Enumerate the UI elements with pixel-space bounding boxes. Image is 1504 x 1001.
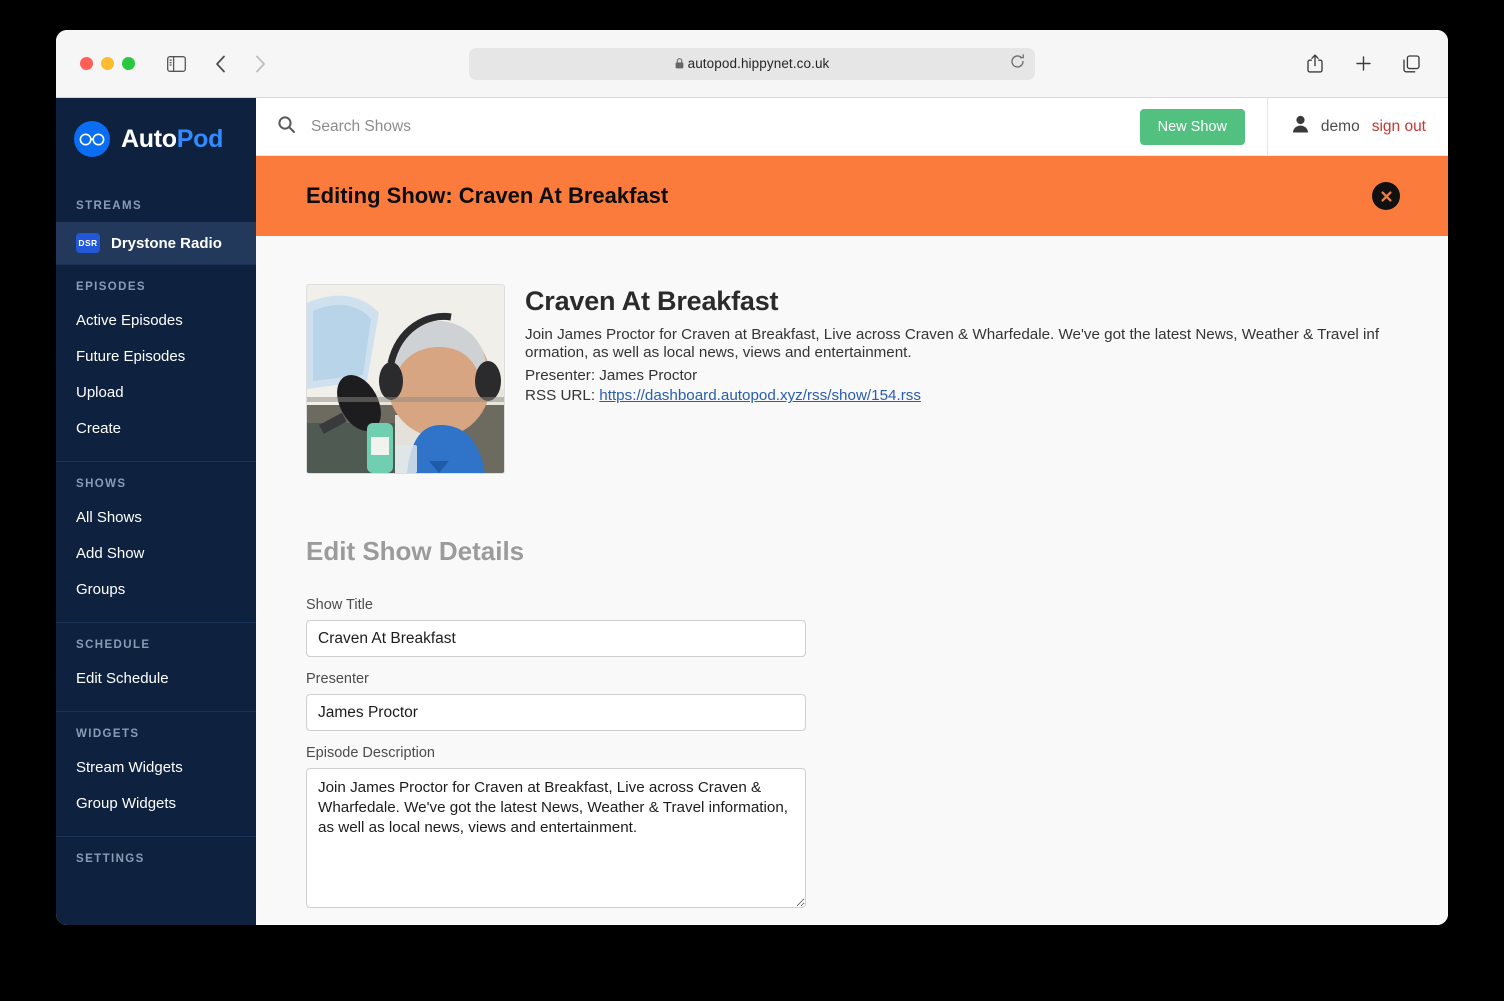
show-title-input[interactable]: [306, 620, 806, 657]
rss-label: RSS URL:: [525, 387, 596, 405]
presenter-label: Presenter: [306, 671, 369, 687]
stream-badge-dsr: DSR: [76, 233, 100, 253]
show-presenter-line: Presenter: James Proctor: [525, 366, 698, 384]
sidebar-section-label-streams: STREAMS: [76, 200, 143, 212]
show-title: Craven At Breakfast: [525, 286, 779, 316]
sidebar-section-label-widgets: WIDGETS: [76, 728, 140, 740]
rss-url-link[interactable]: https://dashboard.autopod.xyz/rss/show/1…: [599, 387, 921, 404]
sidebar-section-label-schedule: SCHEDULE: [76, 639, 151, 651]
url-bar[interactable]: autopod.hippynet.co.uk: [469, 47, 1035, 80]
lock-icon: [675, 57, 684, 72]
field-show-title: Show Title: [306, 597, 1398, 657]
form-heading: Edit Show Details: [306, 536, 525, 566]
show-artwork[interactable]: [306, 284, 505, 474]
close-circle-icon[interactable]: [1372, 182, 1400, 210]
url-host: autopod.hippynet.co.uk: [687, 56, 830, 71]
sidebar-item-groups[interactable]: Groups: [56, 572, 256, 608]
show-title-label: Show Title: [306, 597, 373, 613]
sidebar-item-add-show[interactable]: Add Show: [56, 536, 256, 572]
show-header: Craven At Breakfast Join James Proctor f…: [306, 284, 1398, 474]
sidebar-section-schedule: SCHEDULE Edit Schedule: [56, 622, 256, 711]
user-name-label: demo: [1320, 117, 1360, 135]
logo-text-pod: Pod: [176, 124, 224, 153]
presenter-input[interactable]: [306, 694, 806, 731]
reload-icon[interactable]: [1010, 53, 1025, 74]
search-area: [256, 115, 1140, 138]
sidebar-section-label-settings: SETTINGS: [76, 853, 145, 865]
sidebar-item-active-episodes[interactable]: Active Episodes: [56, 303, 256, 339]
new-tab-icon[interactable]: [1346, 49, 1380, 79]
app-topbar: New Show demo sign out: [256, 98, 1448, 156]
show-description: Join James Proctor for Craven at Breakfa…: [525, 326, 1380, 361]
search-input[interactable]: [311, 117, 771, 136]
sidebar-item-future-episodes[interactable]: Future Episodes: [56, 339, 256, 375]
app-logo-text: AutoPod: [121, 125, 223, 154]
browser-window: autopod.hippynet.co.uk AutoPod STREAMS D…: [56, 30, 1448, 925]
episode-description-label: Episode Description: [306, 745, 435, 761]
sidebar-item-upload[interactable]: Upload: [56, 375, 256, 411]
sidebar-toggle-icon[interactable]: [159, 49, 193, 79]
editing-banner-title: Editing Show: Craven At Breakfast: [306, 183, 669, 208]
tab-overview-icon[interactable]: [1394, 49, 1428, 79]
content-area: Craven At Breakfast Join James Proctor f…: [256, 236, 1448, 925]
sidebar-section-label-episodes: EPISODES: [76, 281, 146, 293]
sidebar-item-label: Drystone Radio: [111, 234, 222, 252]
sign-out-link[interactable]: sign out: [1372, 118, 1426, 136]
sidebar-section-widgets: WIDGETS Stream Widgets Group Widgets: [56, 711, 256, 836]
editing-banner: Editing Show: Craven At Breakfast: [256, 156, 1448, 236]
sidebar-item-group-widgets[interactable]: Group Widgets: [56, 786, 256, 822]
titlebar-right-controls: [1298, 49, 1428, 79]
sidebar-section-episodes: EPISODES Active Episodes Future Episodes…: [56, 264, 256, 461]
browser-titlebar: autopod.hippynet.co.uk: [56, 30, 1448, 98]
field-episode-description: Episode Description: [306, 745, 1398, 913]
search-icon[interactable]: [278, 115, 295, 138]
user-area: demo sign out: [1266, 98, 1448, 155]
maximize-window-button[interactable]: [122, 57, 135, 70]
main-content: New Show demo sign out Editing Show: Cra…: [256, 98, 1448, 925]
logo-text-auto: Auto: [121, 124, 177, 153]
new-show-button[interactable]: New Show: [1139, 108, 1245, 145]
close-window-button[interactable]: [80, 57, 93, 70]
forward-button[interactable]: [243, 49, 277, 79]
share-icon[interactable]: [1298, 49, 1332, 79]
sidebar-item-edit-schedule[interactable]: Edit Schedule: [56, 661, 256, 697]
glasses-icon: [74, 121, 110, 157]
navigation-arrows: [203, 49, 277, 79]
sidebar-item-all-shows[interactable]: All Shows: [56, 500, 256, 536]
sidebar-section-settings: SETTINGS: [56, 836, 256, 889]
url-text-container: autopod.hippynet.co.uk: [469, 56, 1035, 71]
sidebar-section-shows: SHOWS All Shows Add Show Groups: [56, 461, 256, 622]
show-rss-line: RSS URL: https://dashboard.autopod.xyz/r…: [525, 386, 1398, 407]
app-logo[interactable]: AutoPod: [56, 98, 256, 180]
sidebar-item-stream-widgets[interactable]: Stream Widgets: [56, 750, 256, 786]
sidebar-section-label-shows: SHOWS: [76, 478, 127, 490]
field-presenter: Presenter: [306, 671, 1398, 731]
user-icon: [1292, 115, 1309, 138]
episode-description-textarea[interactable]: [306, 768, 806, 908]
sidebar-item-drystone-radio[interactable]: DSR Drystone Radio: [56, 222, 256, 264]
back-button[interactable]: [203, 49, 237, 79]
window-controls: [80, 57, 135, 70]
minimize-window-button[interactable]: [101, 57, 114, 70]
sidebar-item-create[interactable]: Create: [56, 411, 256, 447]
sidebar-section-streams: STREAMS DSR Drystone Radio: [56, 180, 256, 264]
sidebar: AutoPod STREAMS DSR Drystone Radio EPISO…: [56, 98, 256, 925]
show-meta: Craven At Breakfast Join James Proctor f…: [525, 284, 1398, 474]
app-body: AutoPod STREAMS DSR Drystone Radio EPISO…: [56, 98, 1448, 925]
